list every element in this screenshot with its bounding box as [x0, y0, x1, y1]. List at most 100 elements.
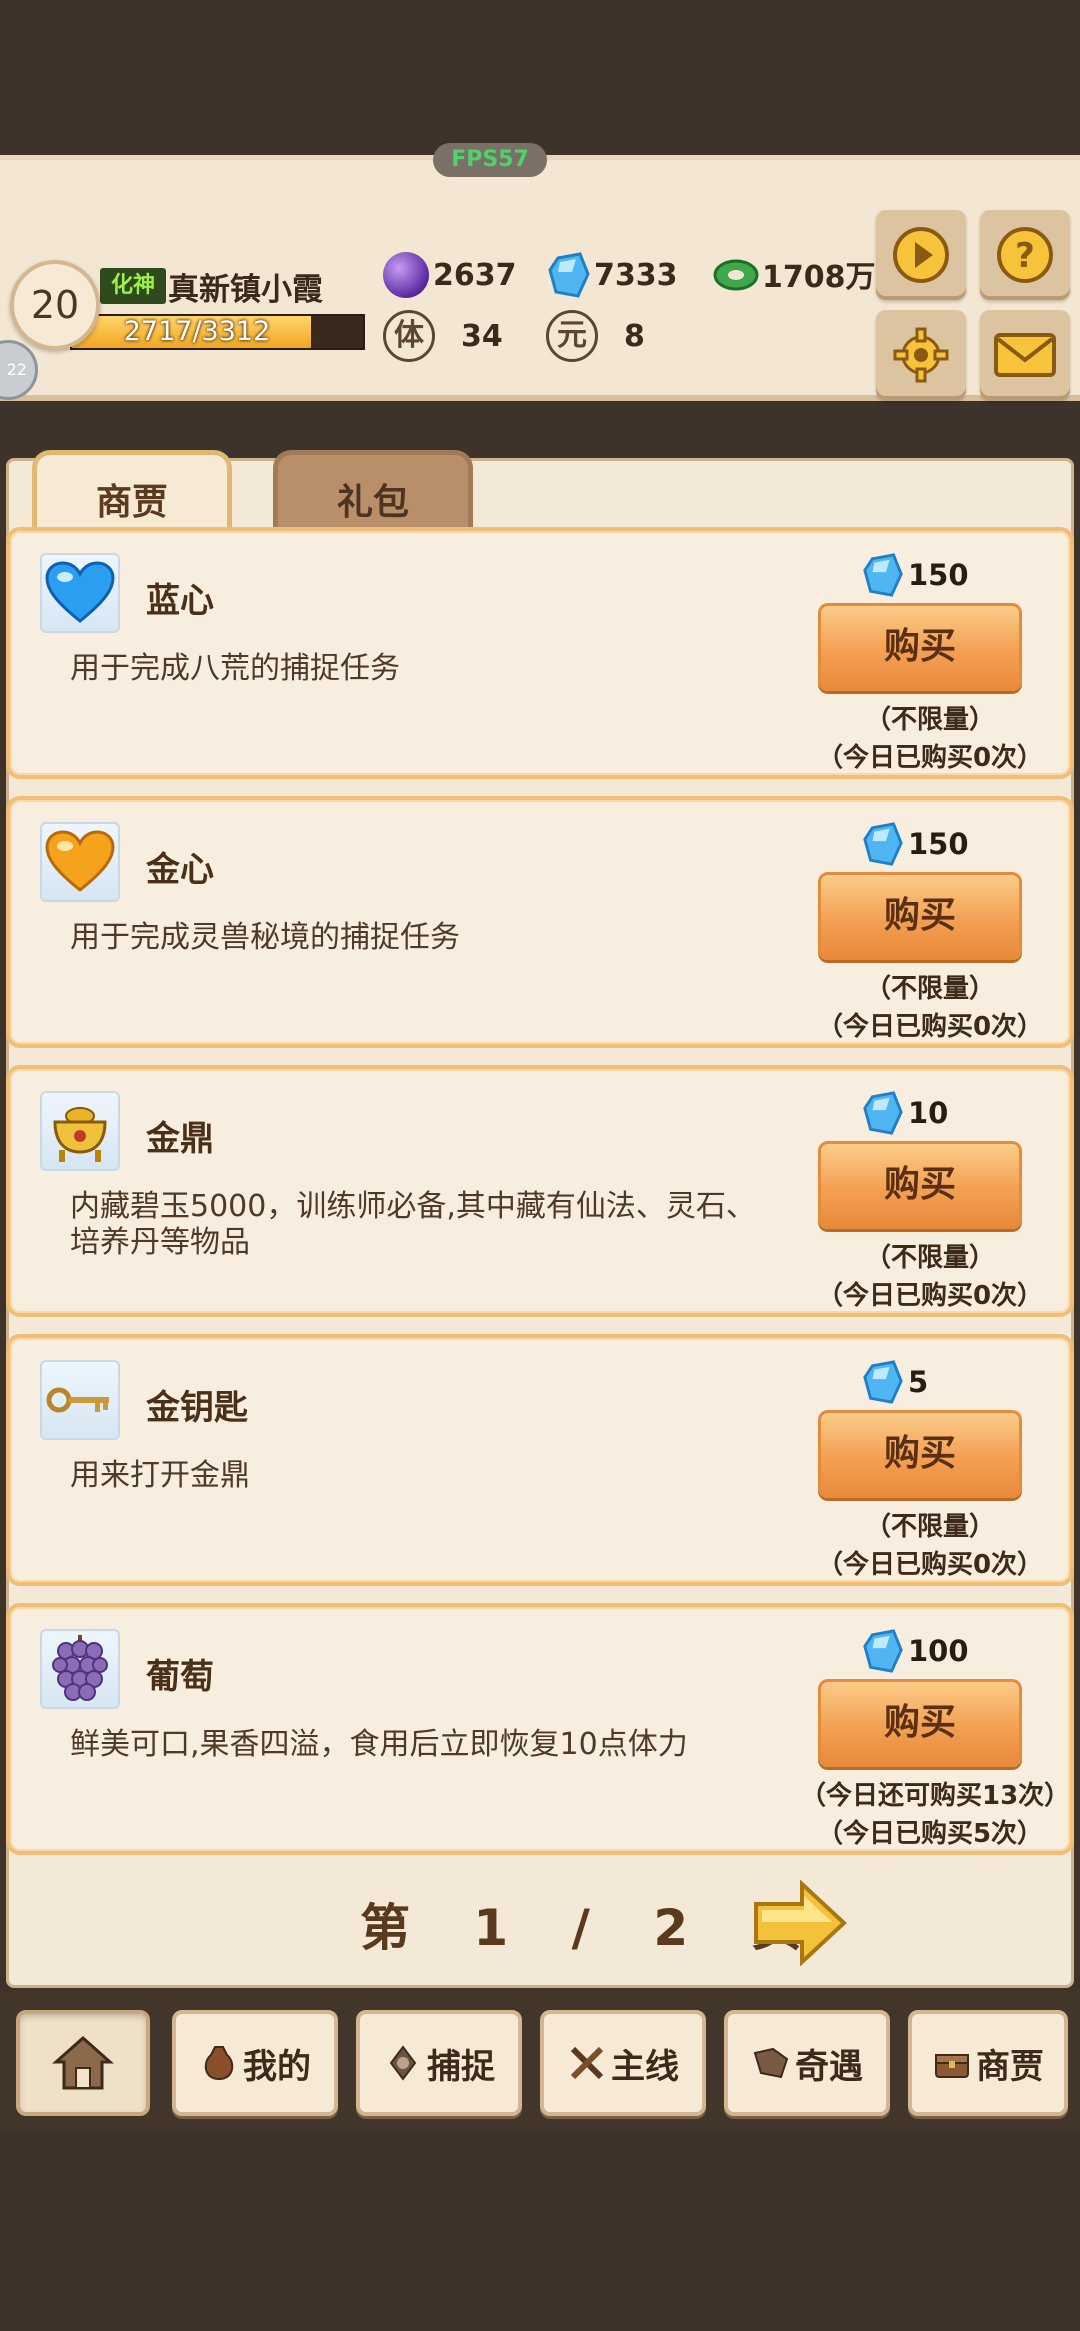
question-icon: ?	[997, 227, 1053, 283]
page-prefix: 第	[360, 1899, 410, 1957]
nav-label: 我的	[243, 2046, 311, 2087]
realm-badge: 化神	[100, 268, 166, 304]
svg-text:?: ?	[1015, 236, 1035, 276]
tab-gift-pack[interactable]: 礼包	[273, 450, 473, 528]
mail-button[interactable]	[980, 310, 1070, 400]
nav-main-quest[interactable]: 主线	[540, 2010, 706, 2116]
settings-button[interactable]	[876, 310, 966, 400]
blue-gem-icon	[863, 1629, 903, 1673]
blue-gem-counter: 7333	[548, 252, 678, 298]
buy-button[interactable]: 购买	[818, 1141, 1022, 1229]
blue-gem-icon	[863, 1091, 903, 1135]
page-total: 2	[653, 1899, 689, 1957]
adventure-icon	[753, 2047, 789, 2079]
blue-gem-value: 7333	[594, 257, 678, 293]
shop-item-card: 葡萄 鲜美可口,果香四溢，食用后立即恢复10点体力 100 购买 （今日还可购买…	[6, 1603, 1074, 1855]
purchased-today: （今日已购买5次）	[816, 1819, 1044, 1849]
bottom-nav: 我的 捕捉 主线 奇遇 商贾	[0, 1990, 1080, 2130]
exp-bar: 2717/3312	[70, 314, 365, 350]
item-price: 5	[862, 1360, 928, 1404]
nav-label: 商贾	[976, 2046, 1044, 2087]
item-name: 葡萄	[146, 1657, 214, 1697]
item-price: 10	[862, 1091, 948, 1135]
price-value: 100	[908, 1634, 969, 1668]
game-screen: FPS57 22 20 化神 真新镇小霞 2717/3312 2637 7333	[0, 0, 1080, 2331]
nav-mine[interactable]: 我的	[172, 2010, 338, 2116]
purchase-limit: （不限量）	[864, 705, 995, 735]
yuan-icon: 元	[546, 310, 598, 362]
item-description: 内藏碧玉5000，训练师必备,其中藏有仙法、灵石、培养丹等物品	[70, 1189, 756, 1260]
item-description: 鲜美可口,果香四溢，食用后立即恢复10点体力	[70, 1727, 688, 1762]
blue-heart-icon	[40, 553, 120, 633]
jade-counter: 1708万	[712, 252, 876, 296]
blue-gem-icon	[863, 1360, 903, 1404]
price-value: 5	[908, 1365, 929, 1399]
purchased-today: （今日已购买0次）	[816, 1281, 1044, 1311]
shop-item-card: 金鼎 内藏碧玉5000，训练师必备,其中藏有仙法、灵石、培养丹等物品 10 购买…	[6, 1065, 1074, 1317]
jade-icon	[713, 259, 759, 291]
mail-icon	[994, 333, 1056, 377]
player-name: 真新镇小霞	[168, 272, 323, 308]
shop-item-card: 蓝心 用于完成八荒的捕捉任务 150 购买 （不限量） （今日已购买0次）	[6, 527, 1074, 779]
buy-button[interactable]: 购买	[818, 872, 1022, 960]
purchased-today: （今日已购买0次）	[816, 743, 1044, 773]
buy-button[interactable]: 购买	[818, 1679, 1022, 1767]
help-button[interactable]: ?	[980, 210, 1070, 300]
chest-icon	[935, 2054, 969, 2078]
price-value: 150	[908, 558, 969, 592]
next-page-arrow-icon[interactable]	[752, 1880, 848, 1966]
page-current: 1	[473, 1899, 509, 1957]
nav-label: 主线	[611, 2046, 679, 2087]
level-badge: 20	[10, 260, 100, 350]
bag-icon	[204, 2046, 234, 2081]
purple-gem-counter: 2637	[383, 252, 517, 298]
gear-icon	[893, 327, 949, 383]
jade-value: 1708万	[762, 260, 876, 295]
purple-gem-value: 2637	[433, 257, 517, 293]
stamina-value: 34	[461, 318, 503, 354]
nav-adventure[interactable]: 奇遇	[724, 2010, 890, 2116]
tab-merchant[interactable]: 商贾	[32, 450, 232, 528]
nav-label: 奇遇	[795, 2046, 863, 2087]
item-name: 金心	[146, 850, 214, 890]
purchase-limit: （不限量）	[864, 1512, 995, 1542]
shop-item-card: 金心 用于完成灵兽秘境的捕捉任务 150 购买 （不限量） （今日已购买0次）	[6, 796, 1074, 1048]
item-name: 金鼎	[146, 1119, 214, 1159]
price-value: 10	[908, 1096, 949, 1130]
buy-button[interactable]: 购买	[818, 603, 1022, 691]
fps-counter: FPS57	[433, 143, 547, 177]
yuan-value: 8	[624, 318, 645, 354]
item-description: 用于完成八荒的捕捉任务	[70, 651, 400, 686]
play-button[interactable]	[876, 210, 966, 300]
buy-button[interactable]: 购买	[818, 1410, 1022, 1498]
shop-item-card: 金钥匙 用来打开金鼎 5 购买 （不限量） （今日已购买0次）	[6, 1334, 1074, 1586]
purchase-limit: （今日还可购买13次）	[800, 1781, 1071, 1811]
item-price: 150	[862, 822, 969, 866]
item-name: 蓝心	[146, 581, 214, 621]
exp-text: 2717/3312	[123, 316, 271, 347]
gold-heart-icon	[40, 822, 120, 902]
page-separator: /	[571, 1899, 590, 1957]
home-icon	[52, 2035, 114, 2090]
nav-merchant[interactable]: 商贾	[908, 2010, 1068, 2116]
swords-icon	[570, 2046, 604, 2080]
yuan-stat: 元 8	[546, 310, 645, 362]
blue-gem-icon	[863, 822, 903, 866]
blue-gem-icon	[548, 252, 590, 298]
purchase-limit: （不限量）	[864, 974, 995, 1004]
player-header: 22 20 化神 真新镇小霞 2717/3312 2637 7333 1708万	[0, 155, 1080, 401]
purchased-today: （今日已购买0次）	[816, 1012, 1044, 1042]
item-price: 100	[862, 1629, 969, 1673]
item-description: 用来打开金鼎	[70, 1458, 250, 1493]
purchase-limit: （不限量）	[864, 1243, 995, 1273]
nav-capture[interactable]: 捕捉	[356, 2010, 522, 2116]
avatar[interactable]: 22	[0, 340, 38, 400]
item-price: 150	[862, 553, 969, 597]
item-description: 用于完成灵兽秘境的捕捉任务	[70, 920, 460, 955]
blue-gem-icon	[863, 553, 903, 597]
purple-gem-icon	[383, 252, 429, 298]
nav-label: 捕捉	[427, 2046, 495, 2087]
item-name: 金钥匙	[146, 1388, 248, 1428]
price-value: 150	[908, 827, 969, 861]
nav-home[interactable]	[16, 2010, 150, 2116]
